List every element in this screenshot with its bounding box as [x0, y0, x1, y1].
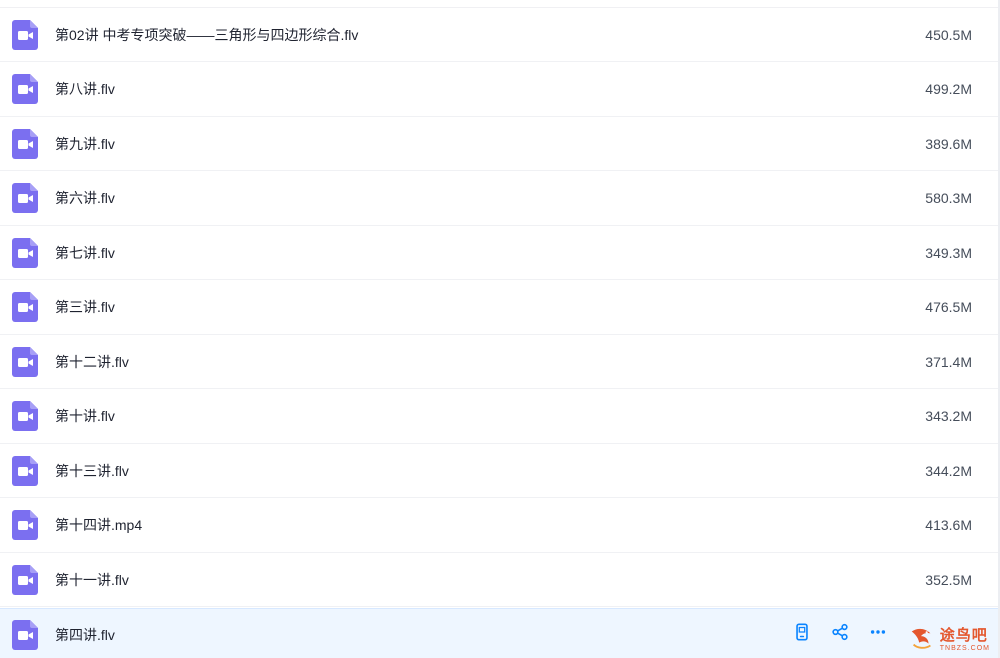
file-size: 352.5M: [925, 571, 972, 588]
file-size: 450.5M: [925, 26, 972, 43]
file-name[interactable]: 第七讲.flv: [55, 243, 115, 263]
file-size: 413.6M: [925, 517, 972, 533]
video-file-icon: [12, 19, 38, 50]
file-row[interactable]: 第十二讲.flv 371.4M: [0, 335, 998, 389]
file-size: 349.3M: [925, 244, 972, 261]
more-button[interactable]: [868, 625, 888, 645]
video-file-icon: [12, 564, 38, 595]
file-name[interactable]: 第四讲.flv: [55, 625, 115, 645]
phone-icon: [793, 623, 811, 646]
video-file-icon: [12, 455, 38, 486]
file-row[interactable]: 第七讲.flv 349.3M: [0, 226, 998, 280]
file-row[interactable]: 第三讲.flv 476.5M: [0, 281, 998, 335]
file-name[interactable]: 第十一讲.flv: [55, 570, 129, 590]
video-file-icon: [12, 401, 38, 431]
share-icon: [831, 623, 849, 646]
file-row[interactable]: 第六讲.flv 580.3M: [0, 172, 998, 226]
file-name[interactable]: 第三讲.flv: [55, 297, 115, 317]
phone-button[interactable]: [792, 623, 812, 646]
file-name[interactable]: 第十四讲.mp4: [55, 515, 142, 535]
file-size: 371.4M: [925, 353, 972, 370]
file-size: 499.2M: [925, 81, 972, 97]
file-name[interactable]: 第十三讲.flv: [55, 461, 129, 481]
file-size: 389.6M: [925, 135, 972, 152]
file-name[interactable]: 第九讲.flv: [55, 134, 115, 154]
file-name[interactable]: 第02讲 中考专项突破——三角形与四边形综合.flv: [55, 25, 358, 45]
file-list: 第02讲 中考专项突破——三角形与四边形综合.flv 450.5M 第八讲.flv…: [0, 0, 1000, 658]
watermark-logo: 途鸟吧 TNBZS.COM: [908, 624, 990, 657]
file-size: 476.5M: [925, 299, 972, 315]
more-icon: [869, 623, 887, 646]
file-name[interactable]: 第八讲.flv: [55, 79, 115, 99]
file-row[interactable]: 第八讲.flv 499.2M: [0, 63, 998, 117]
video-file-icon: [12, 292, 38, 322]
video-file-icon: [12, 619, 38, 650]
file-row[interactable]: 第十一讲.flv 352.5M: [0, 553, 998, 607]
file-size: 343.2M: [925, 408, 972, 424]
file-row[interactable]: 第九讲.flv 389.6M: [0, 117, 998, 171]
watermark-title: 途鸟吧: [939, 627, 988, 644]
video-file-icon: [12, 510, 38, 540]
bird-logo-icon: [908, 624, 936, 657]
video-file-icon: [12, 346, 38, 377]
file-name[interactable]: 第六讲.flv: [55, 188, 115, 208]
file-size: 344.2M: [925, 462, 972, 479]
file-name[interactable]: 第十二讲.flv: [55, 352, 129, 372]
share-button[interactable]: [830, 623, 850, 646]
file-size: 580.3M: [925, 190, 972, 206]
file-row[interactable]: 第02讲 中考专项突破——三角形与四边形综合.flv 450.5M: [0, 8, 998, 62]
file-row[interactable]: 第十三讲.flv 344.2M: [0, 444, 998, 498]
video-file-icon: [12, 128, 38, 159]
row-actions: [792, 623, 888, 646]
file-row[interactable]: 第十讲.flv 343.2M: [0, 390, 998, 444]
file-row[interactable]: 第十四讲.mp4 413.6M: [0, 499, 998, 553]
file-name[interactable]: 第十讲.flv: [55, 406, 115, 426]
watermark-url: TNBZS.COM: [939, 645, 990, 652]
file-row[interactable]: 第四讲.flv 途鸟吧 TNBZS.COM: [0, 607, 998, 658]
video-file-icon: [12, 237, 38, 268]
video-file-icon: [12, 183, 38, 213]
video-file-icon: [12, 74, 38, 104]
